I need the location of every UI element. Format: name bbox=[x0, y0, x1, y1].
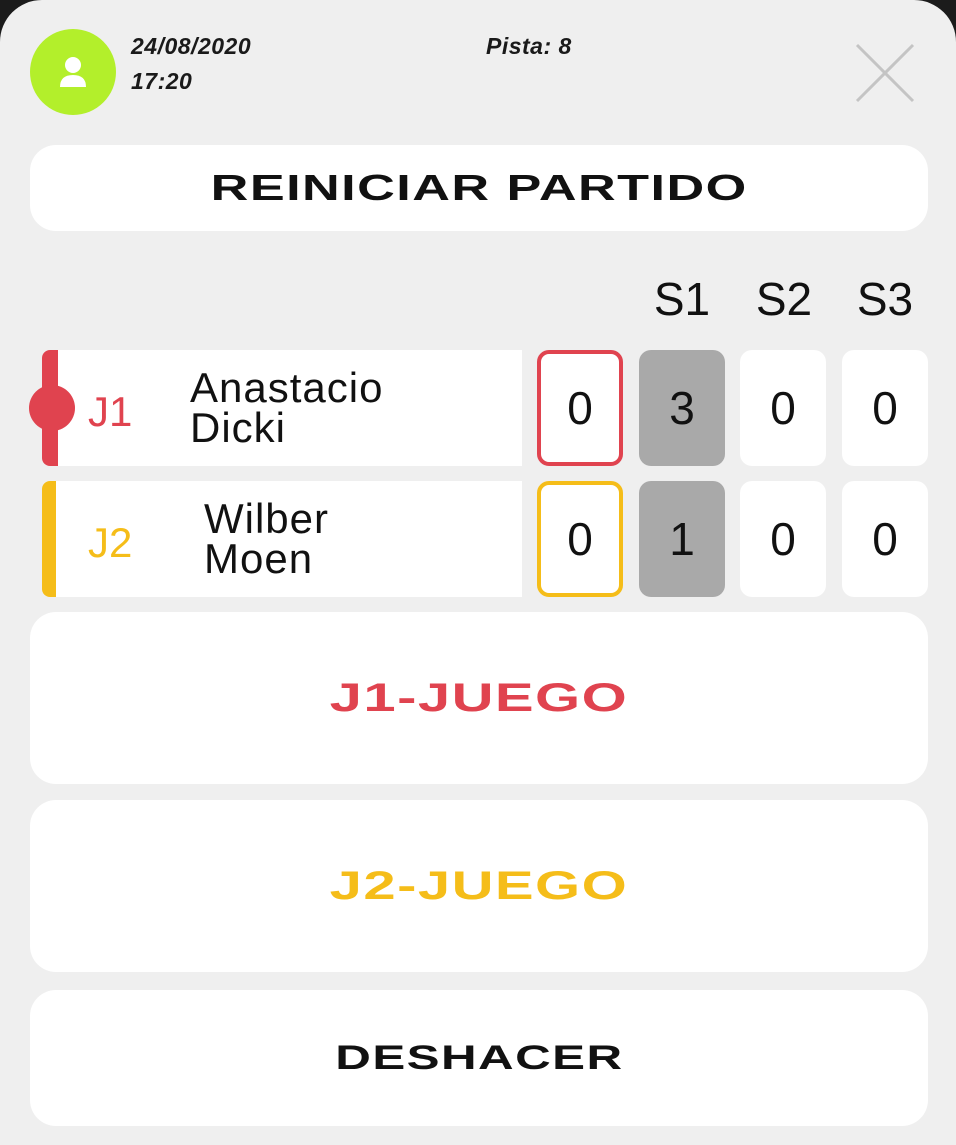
close-icon bbox=[855, 43, 915, 103]
current-game-score-j2: 0 bbox=[537, 481, 623, 597]
set1-score-j2: 1 bbox=[639, 481, 725, 597]
restart-match-label: REINICIAR PARTIDO bbox=[210, 167, 748, 208]
undo-button[interactable]: DESHACER bbox=[30, 990, 928, 1126]
avatar[interactable] bbox=[30, 29, 116, 115]
current-game-score-j1: 0 bbox=[537, 350, 623, 466]
set3-score-j1: 0 bbox=[842, 350, 928, 466]
set-header-s1: S1 bbox=[653, 273, 711, 325]
set1-score-j1: 3 bbox=[639, 350, 725, 466]
player-color-bar bbox=[42, 481, 56, 597]
user-icon bbox=[60, 57, 86, 87]
player-tag: J2 bbox=[88, 519, 133, 566]
player-last-name: Moen bbox=[204, 535, 314, 582]
player-row-j2: J2 Wilber Moen bbox=[42, 481, 522, 597]
court-number: Pista: 8 bbox=[486, 33, 572, 59]
restart-match-button[interactable]: REINICIAR PARTIDO bbox=[30, 145, 928, 231]
j2-game-button[interactable]: J2-JUEGO bbox=[30, 800, 928, 972]
close-button[interactable] bbox=[854, 42, 916, 104]
set2-score-j2: 0 bbox=[740, 481, 826, 597]
match-date: 24/08/2020 bbox=[131, 33, 252, 59]
j2-game-label: J2-JUEGO bbox=[329, 863, 629, 908]
match-time: 17:20 bbox=[131, 68, 193, 94]
player-last-name: Dicki bbox=[190, 404, 286, 451]
serve-indicator-dot bbox=[29, 385, 75, 431]
set-header-s2: S2 bbox=[755, 273, 813, 325]
set-header-s3: S3 bbox=[856, 273, 914, 325]
player-tag: J1 bbox=[88, 388, 133, 435]
j1-game-button[interactable]: J1-JUEGO bbox=[30, 612, 928, 784]
scoreboard-panel: 24/08/2020 17:20 Pista: 8 REINICIAR PART… bbox=[0, 0, 956, 1145]
set3-score-j2: 0 bbox=[842, 481, 928, 597]
player-row-j1: J1 Anastacio Dicki bbox=[42, 350, 522, 466]
player-first-name: Anastacio bbox=[190, 364, 384, 411]
set2-score-j1: 0 bbox=[740, 350, 826, 466]
undo-label: DESHACER bbox=[334, 1038, 624, 1077]
j1-game-label: J1-JUEGO bbox=[329, 675, 629, 720]
player-first-name: Wilber bbox=[204, 495, 330, 542]
